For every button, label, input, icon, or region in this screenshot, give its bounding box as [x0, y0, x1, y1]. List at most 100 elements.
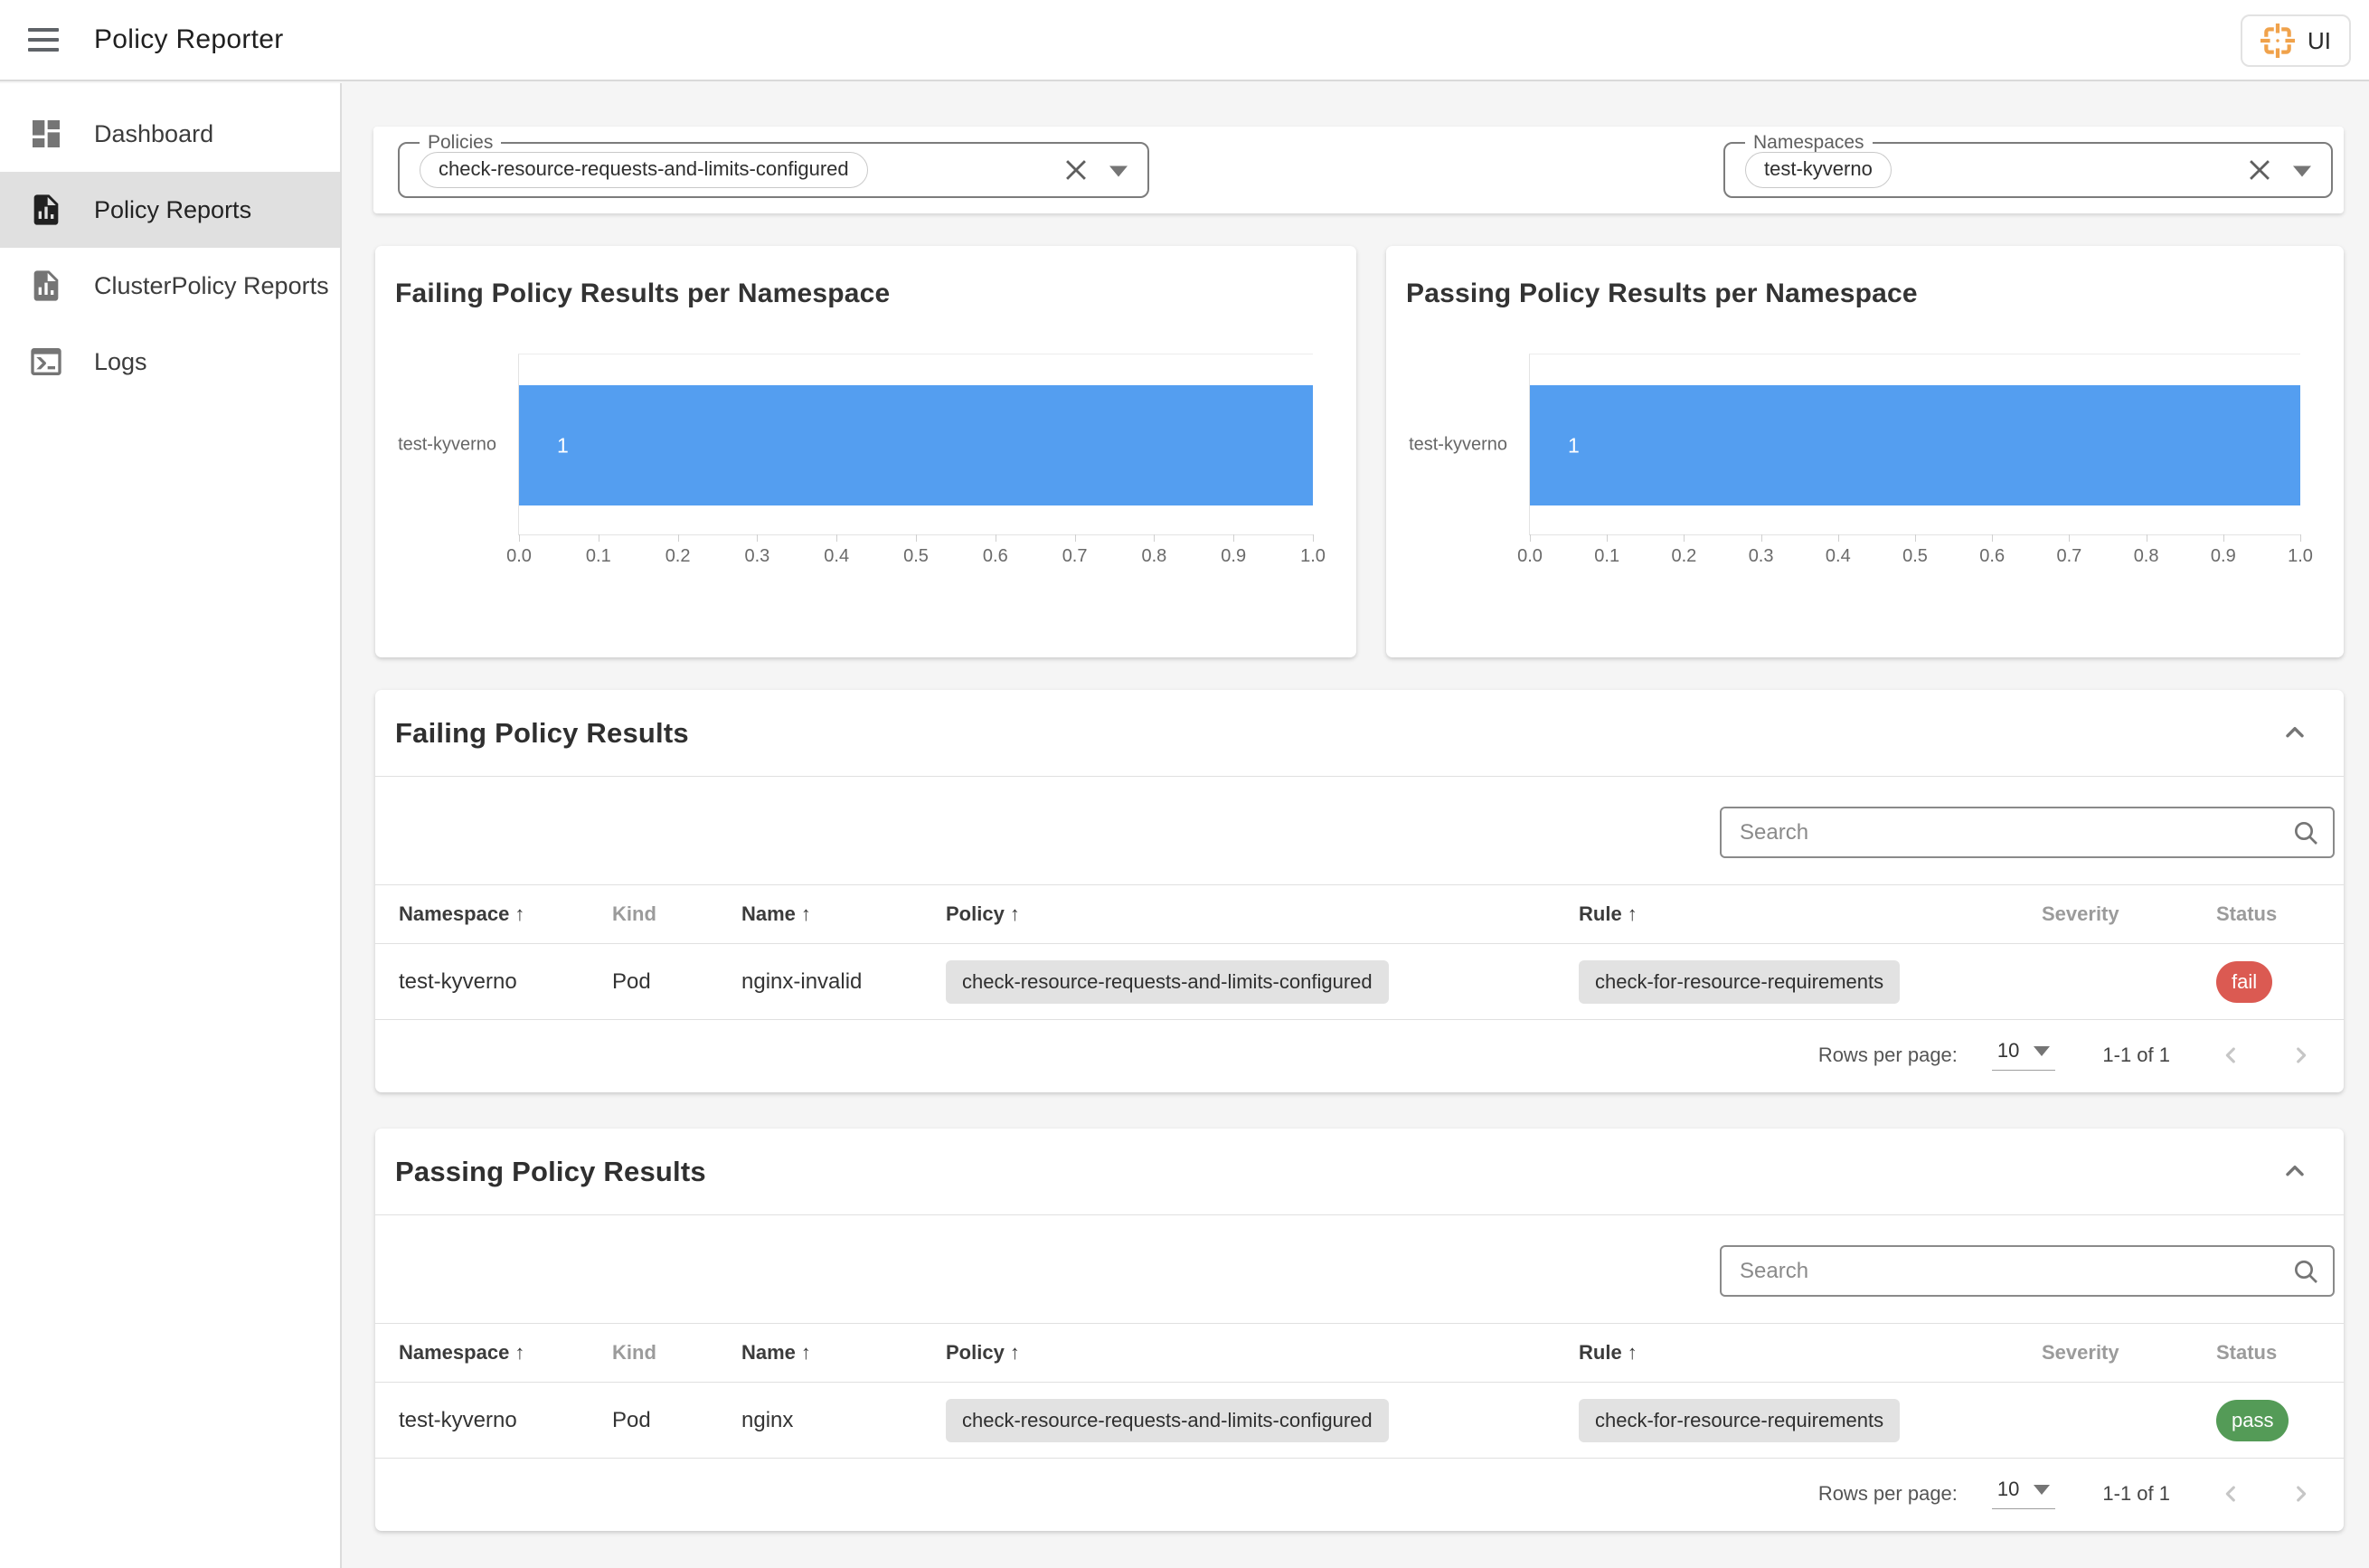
dropdown-arrow-icon[interactable] — [1109, 165, 1128, 177]
sidebar-item-label: Policy Reports — [94, 195, 252, 223]
console-icon — [27, 343, 65, 381]
collapse-button[interactable] — [2273, 1150, 2317, 1194]
policy-filter-chip[interactable]: check-resource-requests-and-limits-confi… — [420, 152, 868, 188]
x-tick-mark — [1684, 534, 1685, 542]
rule-chip: check-for-resource-requirements — [1579, 959, 1901, 1004]
x-tick-label: 1.0 — [1300, 546, 1326, 566]
ui-button[interactable]: UI — [2241, 14, 2351, 67]
sidebar-item-clusterpolicy-reports[interactable]: ClusterPolicy Reports — [0, 248, 340, 324]
sidebar-item-logs[interactable]: Logs — [0, 324, 340, 400]
column-header-severity[interactable]: Severity — [2042, 902, 2216, 926]
policy-chip: check-resource-requests-and-limits-confi… — [946, 1398, 1389, 1442]
search-input[interactable] — [1722, 808, 2333, 856]
search-icon — [2291, 1257, 2320, 1286]
app-title: Policy Reporter — [94, 24, 284, 54]
x-tick-mark — [1233, 534, 1235, 542]
x-tick-mark — [916, 534, 917, 542]
x-tick-mark — [1992, 534, 1994, 542]
cell-kind: Pod — [612, 968, 651, 994]
sidebar-item-policy-reports[interactable]: Policy Reports — [0, 172, 340, 248]
column-header-status[interactable]: Status — [2216, 902, 2344, 926]
column-header-kind[interactable]: Kind — [612, 1341, 741, 1365]
next-page-button[interactable] — [2280, 1035, 2320, 1075]
column-header-policy[interactable]: Policy ↑ — [946, 1341, 1579, 1365]
previous-page-button[interactable] — [2212, 1035, 2251, 1075]
rows-per-page-select[interactable]: 10 — [1991, 1478, 2056, 1509]
x-tick-label: 0.1 — [1594, 546, 1620, 566]
x-tick-mark — [519, 534, 520, 542]
column-header-policy[interactable]: Policy ↑ — [946, 902, 1579, 926]
x-tick-mark — [1313, 534, 1314, 542]
policies-filter[interactable]: Policies check-resource-requests-and-lim… — [398, 132, 1149, 198]
x-tick-label: 0.3 — [1748, 546, 1774, 566]
collapse-button[interactable] — [2273, 712, 2317, 755]
previous-page-button[interactable] — [2212, 1474, 2251, 1514]
y-axis-category-label: test-kyverno — [1409, 434, 1507, 455]
x-tick-label: 0.5 — [1902, 546, 1928, 566]
next-page-button[interactable] — [2280, 1474, 2320, 1514]
passing-results-card: Passing Policy Results Namespace↑ Kind N… — [375, 1129, 2344, 1531]
failing-bar-chart: test-kyverno 1 0.0 0.1 0.2 0.3 0.4 0.5 0.6 0.7 0… — [398, 354, 1326, 566]
clear-icon[interactable] — [1061, 155, 1091, 185]
x-tick-mark — [1915, 534, 1916, 542]
x-tick-label: 0.4 — [824, 546, 850, 566]
x-tick-label: 0.8 — [1141, 546, 1167, 566]
passing-bar-chart: test-kyverno 1 0.0 0.1 0.2 0.3 0.4 0.5 0.6 0.7 0… — [1409, 354, 2313, 566]
column-header-rule[interactable]: Rule ↑ — [1579, 1341, 2042, 1365]
x-tick-label: 0.4 — [1825, 546, 1851, 566]
chevron-left-icon — [2225, 1485, 2235, 1502]
column-header-kind[interactable]: Kind — [612, 902, 741, 926]
x-tick-label: 0.0 — [1517, 546, 1543, 566]
bar-test-kyverno[interactable]: 1 — [1530, 385, 2300, 505]
table-row[interactable]: test-kyverno Pod nginx-invalid check-res… — [375, 944, 2344, 1020]
x-tick-mark — [1760, 534, 1762, 542]
app-bar: Policy Reporter UI — [0, 0, 2369, 81]
rows-per-page-label: Rows per page: — [1817, 1043, 1958, 1066]
policy-reporter-app: Policy Reporter UI Dashboard Policy Repo… — [0, 0, 2369, 1568]
search-icon — [2291, 818, 2320, 847]
policy-chip: check-resource-requests-and-limits-confi… — [946, 959, 1389, 1004]
x-tick-label: 0.9 — [1221, 546, 1247, 566]
sidebar-item-label: ClusterPolicy Reports — [94, 271, 329, 299]
sidebar-item-dashboard[interactable]: Dashboard — [0, 96, 340, 172]
section-title: Failing Policy Results — [395, 716, 689, 749]
dropdown-arrow-icon[interactable] — [2293, 165, 2311, 177]
x-tick-label: 0.7 — [2056, 546, 2082, 566]
column-header-name[interactable]: Name ↑ — [741, 902, 946, 926]
namespaces-filter[interactable]: Namespaces test-kyverno — [1723, 132, 2333, 198]
sidebar-item-label: Logs — [94, 347, 147, 375]
sort-arrow-icon: ↑ — [1627, 1341, 1638, 1364]
column-header-severity[interactable]: Severity — [2042, 1341, 2216, 1365]
column-header-rule[interactable]: Rule ↑ — [1579, 902, 2042, 926]
x-tick-label: 0.3 — [744, 546, 770, 566]
x-tick-label: 0.6 — [1979, 546, 2006, 566]
dropdown-arrow-icon — [2034, 1045, 2051, 1056]
table-header-row: Namespace ↑ Kind Name ↑ Policy ↑ Rule ↑ Seve… — [375, 885, 2344, 944]
bar-value-label: 1 — [1568, 433, 1580, 457]
cell-namespace: test-kyverno — [399, 1407, 517, 1432]
column-header-status[interactable]: Status — [2216, 1341, 2344, 1365]
x-tick-mark — [2300, 534, 2301, 542]
namespace-filter-chip[interactable]: test-kyverno — [1745, 152, 1892, 188]
rows-per-page-select[interactable]: 10 — [1991, 1039, 2056, 1071]
chevron-up-icon — [2286, 1165, 2304, 1176]
x-tick-mark — [2069, 534, 2071, 542]
bar-test-kyverno[interactable]: 1 — [519, 385, 1313, 505]
x-axis: 0.0 0.1 0.2 0.3 0.4 0.5 0.6 0.7 0.8 0.9 1.0 — [1517, 534, 2313, 574]
file-chart-icon — [27, 191, 65, 229]
column-header-namespace[interactable]: Namespace ↑ — [399, 1341, 612, 1365]
search-input[interactable] — [1722, 1247, 2333, 1295]
filter-toolbar: Policies check-resource-requests-and-lim… — [373, 127, 2344, 213]
cell-kind: Pod — [612, 1407, 651, 1432]
x-tick-mark — [1607, 534, 1609, 542]
column-header-name[interactable]: Name ↑ — [741, 1341, 946, 1365]
x-tick-label: 0.2 — [1671, 546, 1697, 566]
column-header-namespace[interactable]: Namespace ↑ — [399, 902, 612, 926]
x-tick-mark — [1530, 534, 1531, 542]
chevron-right-icon — [2297, 1485, 2307, 1502]
table-row[interactable]: test-kyverno Pod nginx check-resource-re… — [375, 1383, 2344, 1459]
x-tick-label: 0.5 — [903, 546, 929, 566]
clear-icon[interactable] — [2244, 155, 2275, 185]
pagination-range: 1-1 of 1 — [2102, 1481, 2170, 1505]
menu-icon[interactable] — [20, 16, 67, 63]
